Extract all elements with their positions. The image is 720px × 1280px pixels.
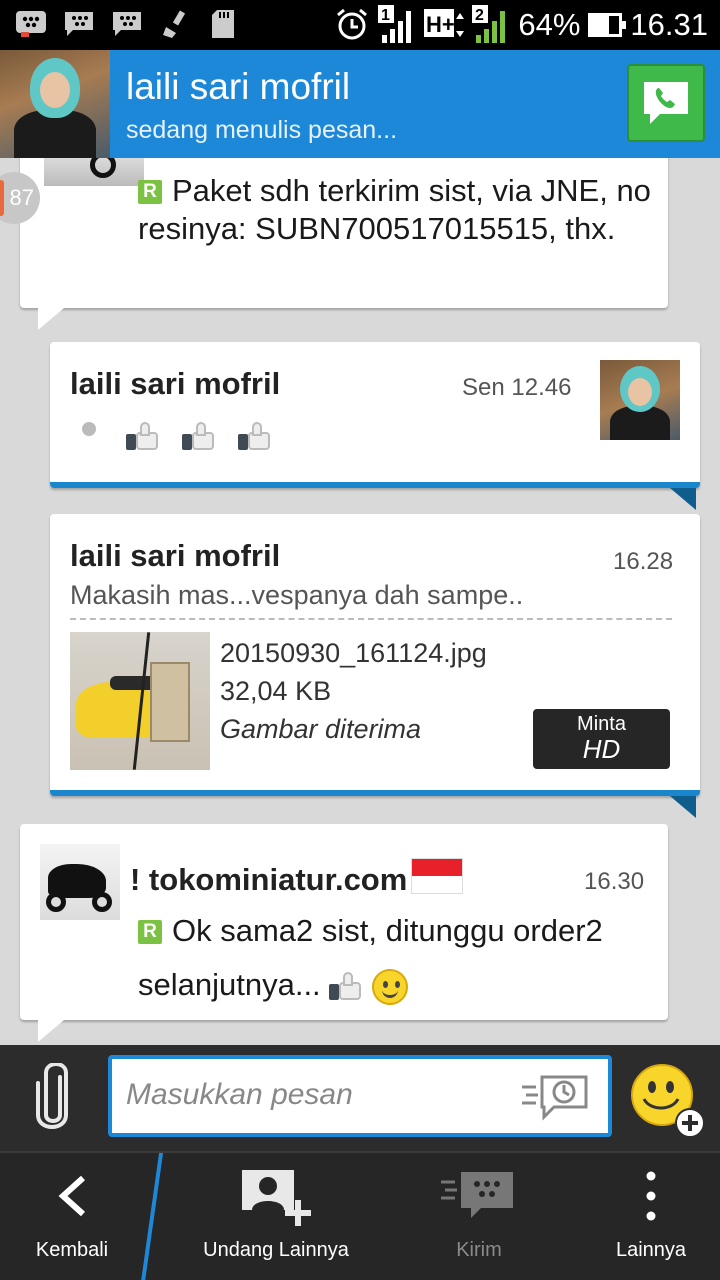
image-caption: Makasih mas...vespanya dah sampe..	[70, 580, 524, 610]
emoticon-picker-button[interactable]	[630, 1063, 706, 1139]
read-receipt-icon: R	[138, 920, 162, 944]
blackberry-notification-icon	[110, 8, 144, 40]
message-incoming[interactable]: ! tokominiatur.com 16.30 R Ok sama2 sist,…	[20, 824, 668, 1042]
file-size: 32,04 KB	[220, 676, 332, 706]
svg-text:H+: H+	[426, 12, 455, 37]
image-thumbnail[interactable]	[70, 632, 210, 770]
indonesia-flag-icon	[411, 858, 464, 894]
network-type-icon: H+	[424, 9, 465, 37]
message-time: 16.28	[613, 548, 674, 575]
paperclip-icon	[36, 1062, 68, 1129]
message-outgoing-ping[interactable]: laili sari mofril Sen 12.46	[50, 342, 700, 510]
svg-text:1: 1	[381, 7, 390, 24]
invite-more-label: Undang Lainnya	[203, 1239, 349, 1261]
message-composer	[0, 1045, 720, 1151]
more-options-button[interactable]: Lainnya	[604, 1153, 698, 1280]
delivery-dot-icon	[82, 422, 96, 436]
blackberry-notification-icon	[62, 8, 96, 40]
smiley-add-icon	[631, 1064, 705, 1138]
chat-history[interactable]: R Paket sdh terkirim sist, via JNE, no re…	[0, 158, 720, 1045]
back-button[interactable]: Kembali	[20, 1153, 124, 1280]
sender-avatar	[40, 844, 120, 920]
phone-icon	[644, 82, 688, 124]
more-options-label: Lainnya	[615, 1239, 687, 1261]
battery-percent: 64%	[518, 7, 581, 42]
battery-fill	[591, 16, 610, 34]
typing-status: sedang menulis pesan...	[126, 116, 398, 144]
message-input-box[interactable]	[108, 1055, 612, 1137]
signal-sim1-icon: 1	[378, 5, 412, 43]
thumbs-up-icon	[126, 422, 160, 452]
request-hd-button[interactable]: Minta HD	[533, 709, 670, 769]
sender-avatar	[600, 360, 680, 440]
nav-divider	[140, 1153, 164, 1280]
attach-button[interactable]	[28, 1062, 78, 1135]
brush-icon	[158, 8, 192, 40]
read-receipt-icon: R	[138, 180, 162, 204]
svg-text:2: 2	[475, 7, 484, 24]
message-incoming[interactable]: R Paket sdh terkirim sist, via JNE, no re…	[20, 158, 668, 330]
message-text: Paket sdh terkirim sist, via JNE, no res…	[138, 173, 651, 246]
divider	[70, 618, 672, 620]
timed-message-icon[interactable]	[520, 1071, 592, 1121]
message-input[interactable]	[126, 1075, 516, 1115]
smiley-icon	[371, 968, 408, 1005]
battery-icon	[588, 13, 627, 37]
blackberry-send-icon	[441, 1172, 513, 1218]
thumbs-up-icon	[238, 422, 272, 452]
contact-name: laili sari mofril	[126, 66, 351, 107]
message-time: 16.30	[584, 868, 645, 895]
signal-sim2-icon: 2	[472, 5, 506, 43]
invite-more-button[interactable]: Undang Lainnya	[196, 1153, 356, 1280]
voice-call-button[interactable]	[627, 64, 705, 142]
notification-icons	[14, 8, 240, 40]
message-outgoing-image[interactable]: laili sari mofril 16.28 Makasih mas...ve…	[50, 514, 700, 818]
bottom-action-bar: Kembali Undang Lainnya Kirim Lainnya	[0, 1151, 720, 1280]
contact-avatar[interactable]	[0, 50, 110, 158]
file-name: 20150930_161124.jpg	[220, 638, 487, 668]
sender-name: laili sari mofril	[70, 366, 281, 401]
alarm-clock-icon	[337, 8, 368, 40]
back-label: Kembali	[35, 1239, 109, 1261]
sd-card-icon	[206, 8, 240, 40]
bbm-notification-icon	[14, 8, 48, 40]
message-time: Sen 12.46	[462, 374, 572, 401]
status-bar: 1 H+ 2 64% 16.31	[0, 0, 720, 50]
chat-header[interactable]: laili sari mofril sedang menulis pesan..…	[0, 50, 720, 158]
send-label: Kirim	[456, 1239, 502, 1261]
message-text: Ok sama2 sist, ditunggu order2 selanjutn…	[138, 913, 603, 1002]
system-indicators: 1 H+ 2 64% 16.31	[334, 4, 708, 46]
chevron-left-icon	[58, 1175, 86, 1217]
thumbs-up-icon	[182, 422, 216, 452]
sender-name: laili sari mofril	[70, 538, 281, 573]
sender-name: ! tokominiatur.com	[130, 862, 408, 897]
thumbs-up-icon	[329, 971, 363, 1002]
sender-avatar	[44, 158, 144, 186]
thumbs-up-emoticons	[82, 422, 272, 452]
add-contact-icon	[242, 1170, 311, 1226]
overflow-menu-icon	[646, 1171, 656, 1221]
clock: 16.31	[630, 7, 708, 42]
file-status: Gambar diterima	[220, 714, 422, 744]
send-button[interactable]: Kirim	[434, 1153, 524, 1280]
